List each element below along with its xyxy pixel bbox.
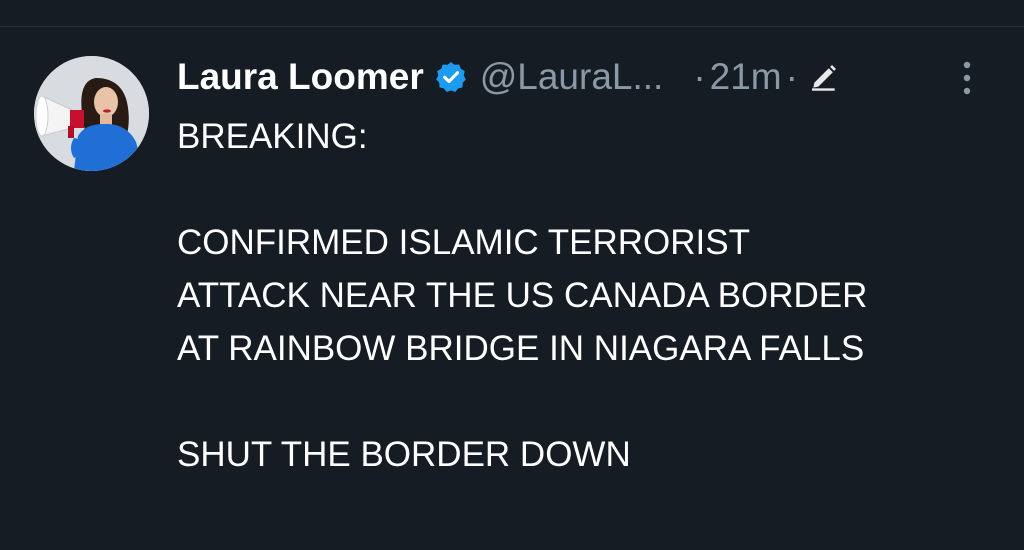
- vertical-ellipsis-icon[interactable]: [955, 58, 979, 98]
- author-display-name[interactable]: Laura Loomer: [177, 56, 424, 98]
- post-line: AT RAINBOW BRIDGE IN NIAGARA FALLS: [177, 329, 865, 368]
- avatar[interactable]: [34, 56, 149, 171]
- post-timestamp[interactable]: 21m: [710, 56, 782, 98]
- post-line: BREAKING:: [177, 117, 368, 156]
- post-header: Laura Loomer @LauraL... · 21m ·: [177, 52, 840, 102]
- post-line: CONFIRMED ISLAMIC TERRORIST: [177, 223, 751, 262]
- person-with-megaphone-avatar: [34, 56, 149, 171]
- separator-dot: ·: [693, 56, 706, 97]
- author-handle[interactable]: @LauraL...: [480, 56, 664, 98]
- separator-dot: ·: [785, 56, 798, 97]
- verified-badge-icon[interactable]: [434, 60, 468, 94]
- post-line: SHUT THE BORDER DOWN: [177, 435, 631, 474]
- post-line: ATTACK NEAR THE US CANADA BORDER: [177, 276, 868, 315]
- pencil-icon[interactable]: [808, 61, 840, 93]
- post-text: BREAKING: CONFIRMED ISLAMIC TERRORIST AT…: [177, 110, 1007, 481]
- top-divider: [0, 26, 1024, 27]
